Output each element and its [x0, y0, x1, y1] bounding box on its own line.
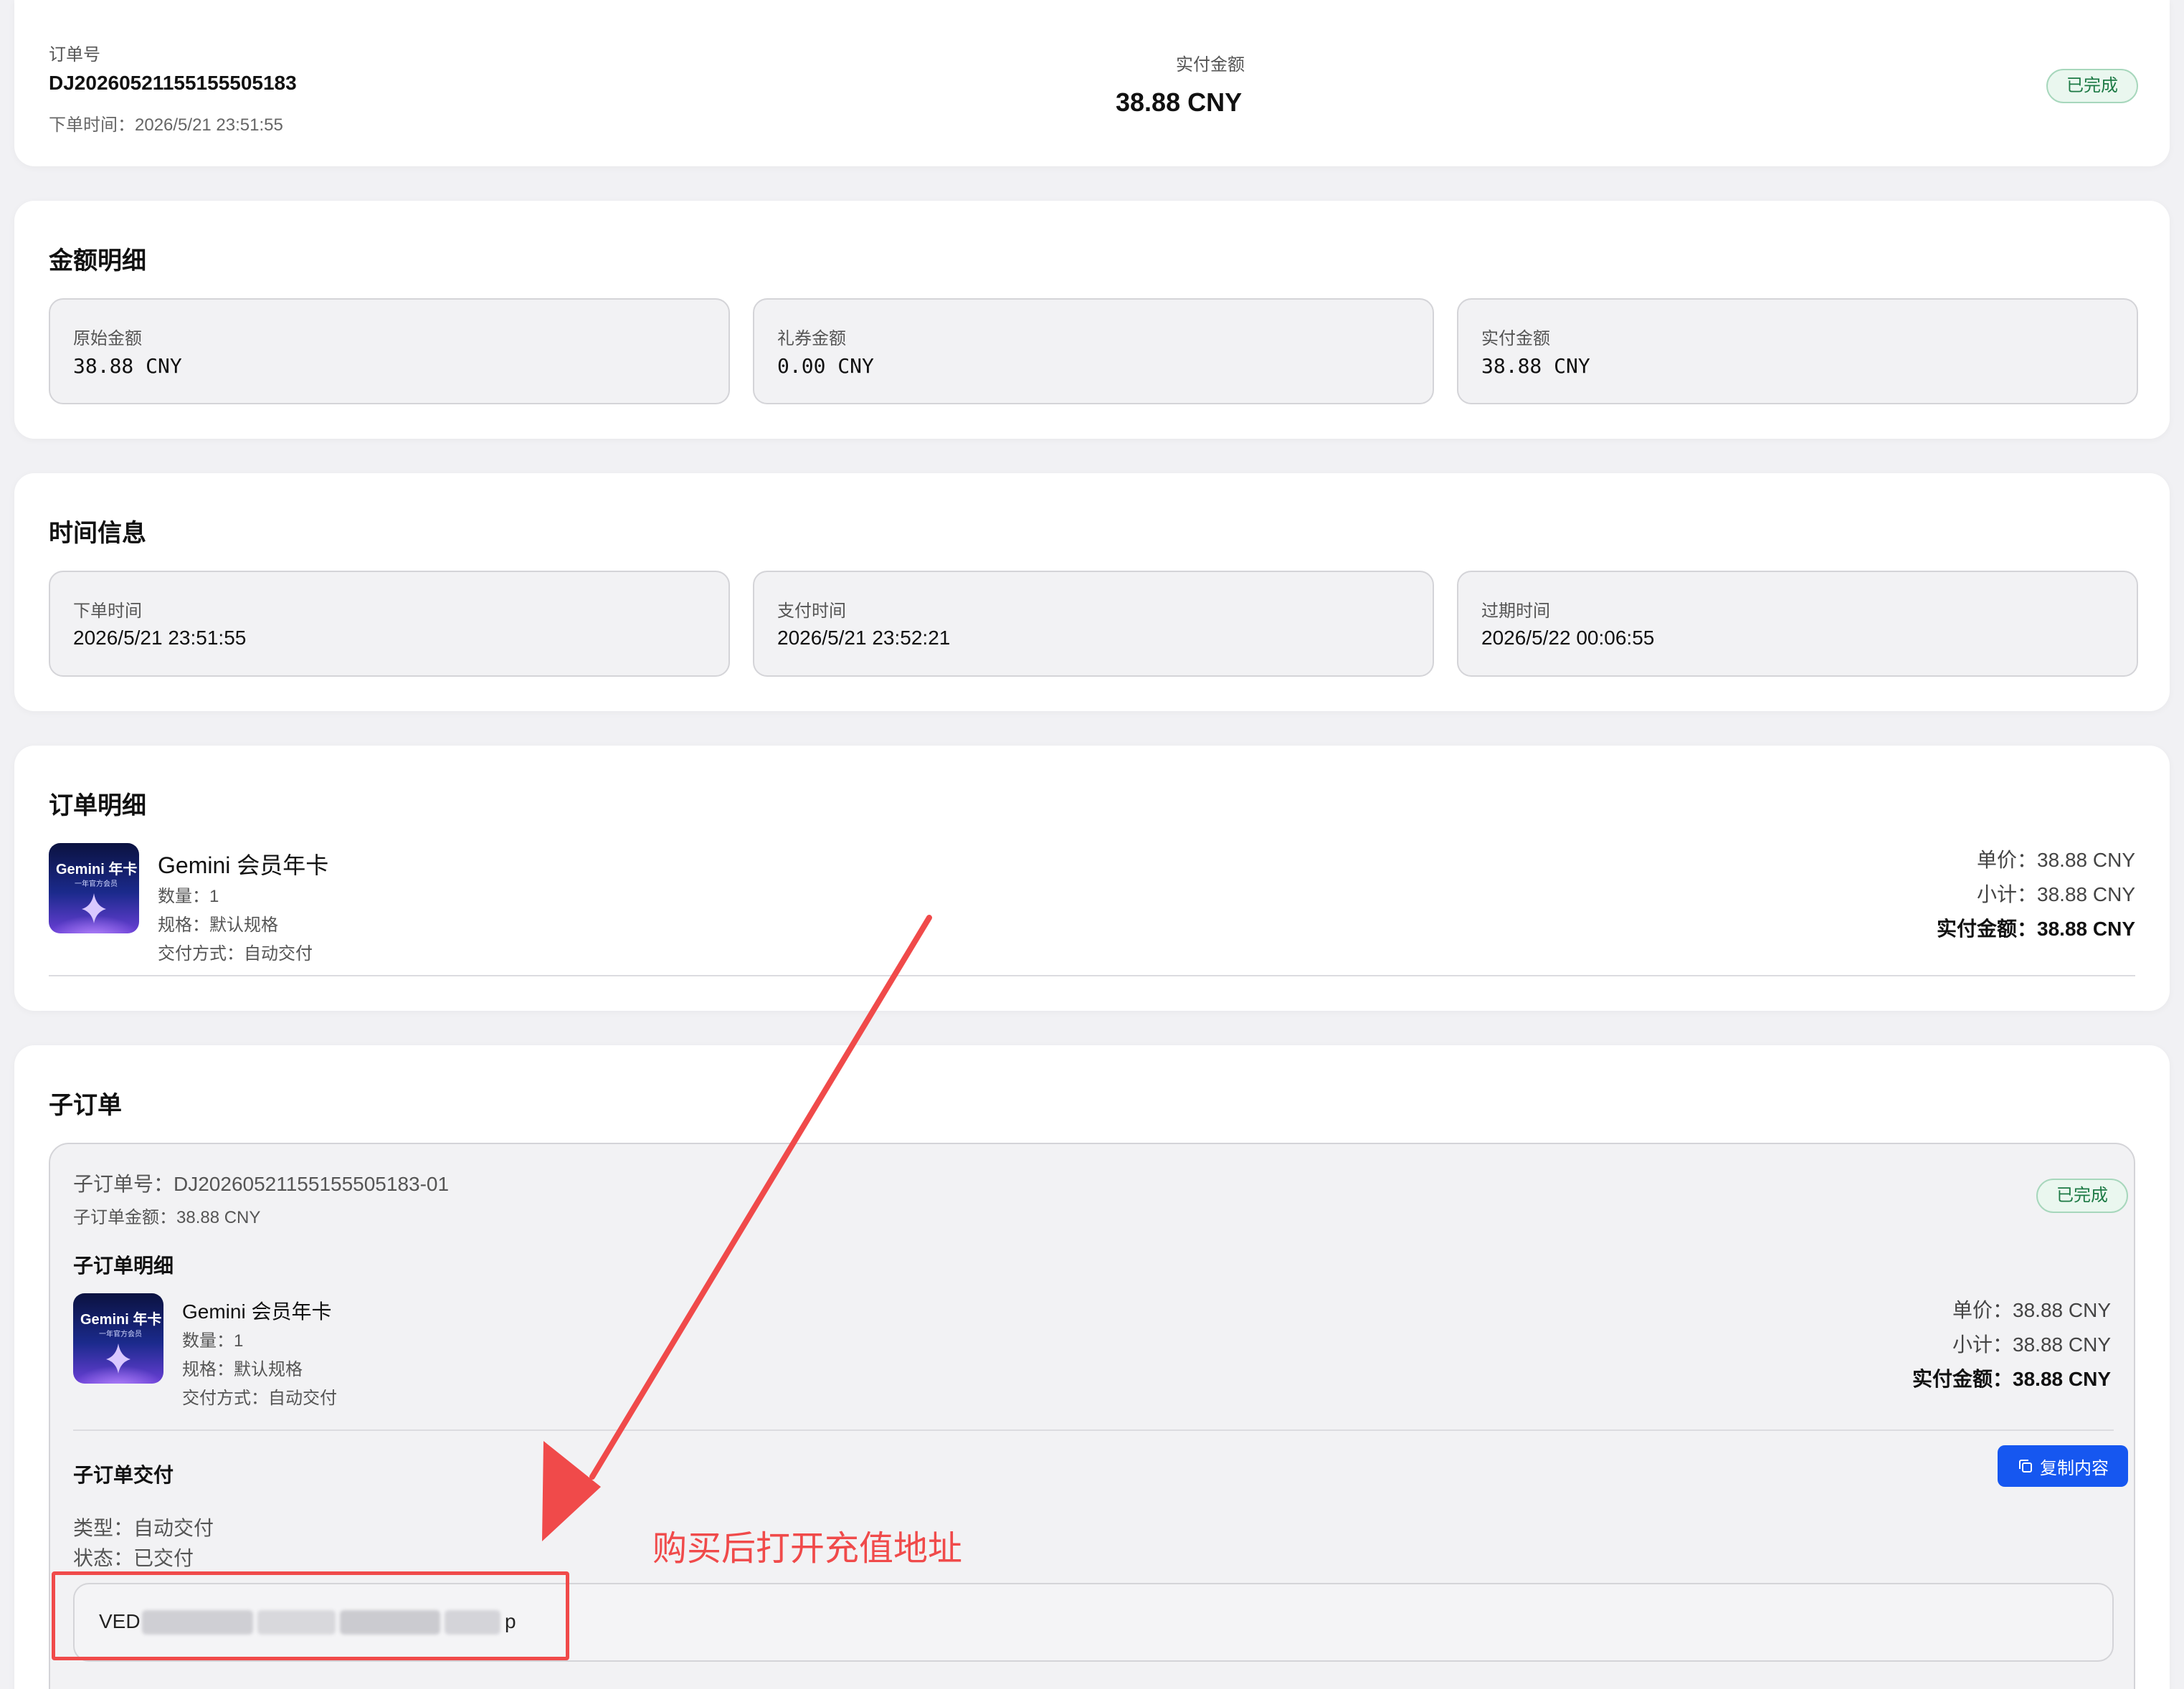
suborder-product-spec: 规格：默认规格 — [182, 1360, 303, 1379]
copy-content-label: 复制内容 — [2040, 1458, 2109, 1478]
time-info-title: 时间信息 — [49, 520, 146, 547]
original-amount-value: 38.88 CNY — [73, 354, 182, 378]
order-time-value: 2026/5/21 23:51:55 — [73, 627, 247, 649]
amount-detail-card: 金额明细 原始金额 38.88 CNY 礼券金额 0.00 CNY 实付金额 3… — [14, 201, 2170, 439]
coupon-amount-value: 0.00 CNY — [777, 354, 874, 378]
copy-content-button[interactable]: 复制内容 — [1998, 1445, 2128, 1487]
suborder-unit-price: 单价：38.88 CNY — [1952, 1299, 2111, 1321]
coupon-amount-box: 礼券金额 0.00 CNY — [753, 298, 1434, 404]
suborder-product-name: Gemini 会员年卡 — [182, 1300, 332, 1323]
pay-time-label: 支付时间 — [777, 601, 846, 621]
product-name: Gemini 会员年卡 — [158, 852, 329, 878]
unit-price: 单价：38.88 CNY — [1977, 849, 2135, 871]
product-qty: 数量：1 — [158, 887, 219, 906]
suborder-product-qty: 数量：1 — [182, 1331, 244, 1351]
thumb-subtitle: 一年官方会员 — [99, 1331, 142, 1338]
expire-time-label: 过期时间 — [1481, 601, 1550, 621]
gemini-card-image — [73, 1293, 163, 1384]
suborder-delivery-title: 子订单交付 — [73, 1464, 174, 1486]
suborder-title: 子订单 — [49, 1092, 122, 1119]
expire-time-value: 2026/5/22 00:06:55 — [1481, 627, 1655, 649]
thumb-title: Gemini 年卡 — [56, 862, 138, 877]
order-summary-card: 订单号 DJ20260521155155505183 下单时间：2026/5/2… — [14, 0, 2170, 166]
detail-divider — [49, 975, 2135, 976]
paid-total: 实付金额：38.88 CNY — [1937, 918, 2135, 940]
paid-amount-value: 38.88 CNY — [1116, 87, 1243, 117]
product-spec: 规格：默认规格 — [158, 915, 278, 935]
gemini-card-image — [49, 843, 139, 933]
original-amount-box: 原始金额 38.88 CNY — [49, 298, 730, 404]
suborder-amount: 子订单金额：38.88 CNY — [73, 1208, 261, 1227]
order-no: DJ20260521155155505183 — [49, 72, 297, 94]
paid-amount-label: 实付金额 — [1176, 55, 1245, 75]
copy-icon — [2019, 1460, 2032, 1472]
product-delivery: 交付方式：自动交付 — [158, 944, 313, 964]
time-info-card: 时间信息 下单时间 2026/5/21 23:51:55 支付时间 2026/5… — [14, 473, 2170, 711]
order-time-box: 下单时间 2026/5/21 23:51:55 — [49, 571, 730, 677]
amount-detail-title: 金额明细 — [49, 247, 146, 275]
annotation-highlight-box — [52, 1571, 569, 1660]
pay-time-value: 2026/5/21 23:52:21 — [777, 627, 951, 649]
status-badge: 已完成 — [2046, 69, 2138, 103]
pay-time-box: 支付时间 2026/5/21 23:52:21 — [753, 571, 1434, 677]
original-amount-label: 原始金额 — [73, 329, 142, 348]
annotation-text: 购买后打开充值地址 — [652, 1530, 963, 1568]
paid-amount-box: 实付金额 38.88 CNY — [1457, 298, 2138, 404]
thumb-subtitle: 一年官方会员 — [75, 880, 118, 888]
suborder-status-badge: 已完成 — [2036, 1179, 2128, 1213]
suborder-paid-total: 实付金额：38.88 CNY — [1912, 1368, 2111, 1390]
expire-time-box: 过期时间 2026/5/22 00:06:55 — [1457, 571, 2138, 677]
suborder-product-delivery: 交付方式：自动交付 — [182, 1389, 337, 1408]
paid-amount-box-label: 实付金额 — [1481, 329, 1550, 348]
subtotal: 小计：38.88 CNY — [1977, 883, 2135, 905]
suborder-product-thumbnail: Gemini 年卡 一年官方会员 — [73, 1293, 163, 1384]
order-no-label: 订单号 — [49, 45, 100, 65]
thumb-title: Gemini 年卡 — [80, 1312, 162, 1328]
order-time-label: 下单时间 — [73, 601, 142, 621]
coupon-amount-label: 礼券金额 — [777, 329, 846, 348]
suborder-subtotal: 小计：38.88 CNY — [1952, 1333, 2111, 1356]
suborder-no: 子订单号：DJ20260521155155505183-01 — [73, 1173, 450, 1195]
order-detail-title: 订单明细 — [49, 792, 146, 819]
suborder-detail-title: 子订单明细 — [73, 1255, 174, 1277]
suborder-divider — [73, 1429, 2114, 1431]
order-detail-card: 订单明细 Gemini 年卡 一年官方会员 Gemini 会员年卡 数量：1 规… — [14, 746, 2170, 1011]
delivery-state: 状态：已交付 — [73, 1547, 194, 1569]
delivery-type: 类型：自动交付 — [73, 1517, 214, 1539]
order-time: 下单时间：2026/5/21 23:51:55 — [49, 115, 283, 135]
product-thumbnail: Gemini 年卡 一年官方会员 — [49, 843, 139, 933]
paid-amount-box-value: 38.88 CNY — [1481, 354, 1590, 378]
